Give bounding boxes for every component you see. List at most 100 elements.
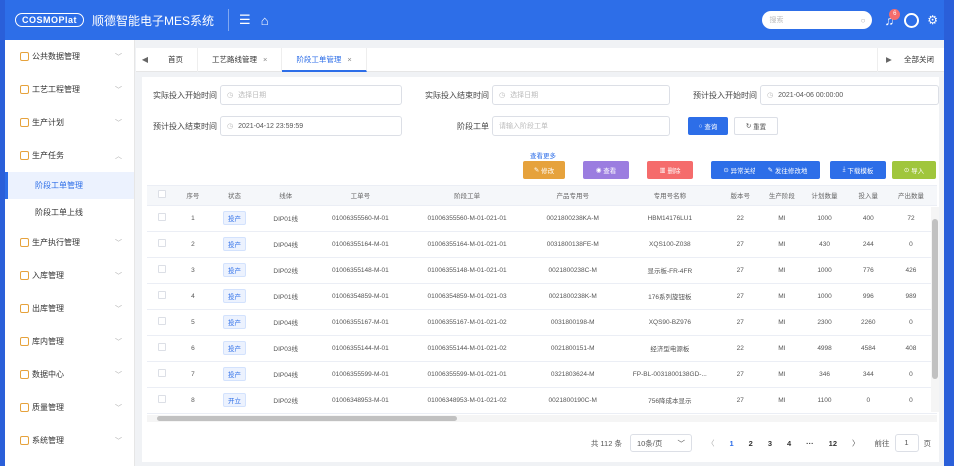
table-cell: 显示板-FR-4FR [620,257,719,284]
divider [228,9,230,31]
home-icon[interactable]: ⌂ [261,13,269,28]
table-cell: HBM14176LU1 [620,205,719,232]
table-row[interactable]: 8 开立 DIP02线 01006348953-M-01 01006348953-M-0… [147,387,937,414]
tabs-scroll-right-icon[interactable]: ▶ [886,48,892,72]
row-checkbox[interactable] [147,335,177,362]
view-button[interactable]: ◉ 查看 [583,161,629,179]
close-all-tabs-button[interactable]: ▶ 全部关闭 [877,48,944,72]
view-more-link[interactable]: 查看更多 [530,150,556,160]
table-cell: 2300 [802,309,847,336]
table-row[interactable]: 4 投产 DIP01线 01006354859-M-01 01006354859-M-0… [147,283,937,310]
next-page-button[interactable]: 〉 [852,438,860,449]
page-number[interactable]: 3 [768,439,772,448]
select-all-checkbox[interactable] [147,186,177,206]
search-input[interactable]: 搜索 ○ [762,11,873,29]
table-cell: 经济型电源板 [620,335,719,362]
column-header: 工单号 [311,186,410,206]
sidebar-item-outbound[interactable]: 出库管理 ﹀ [5,292,134,325]
page-ellipsis[interactable]: ··· [806,439,814,448]
sidebar-subitem-stage-order-management[interactable]: 阶段工单管理 [5,172,134,199]
table-cell: 01006355167-M-01-021-02 [409,309,525,336]
sidebar-item-process-engineering[interactable]: 工艺工程管理 ﹀ [5,73,134,106]
table-cell: 1000 [802,283,847,310]
page-size-select[interactable]: 10条/页 ﹀ [629,434,692,452]
table-row[interactable]: 1 投产 DIP01线 01006355560-M-01 01006355560-M-0… [147,205,937,232]
sidebar-item-system[interactable]: 系统管理 ﹀ [5,424,134,457]
status-cell: 投产 [208,309,261,336]
actual-end-date-field[interactable]: ◷ 选择日期 [492,85,670,105]
table-row[interactable]: 5 投产 DIP04线 01006355167-M-01 01006355167-M-0… [147,309,937,336]
sidebar-item-production-task[interactable]: 生产任务 ︿ [5,139,134,172]
avatar[interactable] [904,12,920,28]
table-row[interactable]: 2 投产 DIP04线 01006355164-M-01 01006355164-M-0… [147,231,937,258]
planned-end-date-field[interactable]: ◷ 2021-04-12 23:59:59 [220,116,402,136]
query-button[interactable]: ○ 查询 [688,117,728,135]
reset-button[interactable]: ↻ 重置 [734,117,778,135]
table-row[interactable]: 7 投产 DIP04线 01006355599-M-01 01006355599-M-0… [147,361,937,388]
page-number[interactable]: 4 [787,439,791,448]
prev-page-button[interactable]: 〈 [707,438,715,449]
actual-start-date-field[interactable]: ◷ 选择日期 [220,85,402,105]
sidebar: 公共数据管理 ﹀ 工艺工程管理 ﹀ 生产计划 ﹀ 生产任务 ︿ 阶段工单管理 阶段工单上… [5,40,135,466]
sidebar-item-warehouse[interactable]: 库内管理 ﹀ [5,325,134,358]
sidebar-item-quality[interactable]: 质量管理 ﹀ [5,391,134,424]
row-checkbox[interactable] [147,283,177,310]
sidebar-item-production-plan[interactable]: 生产计划 ﹀ [5,106,134,139]
logo: COSMOPlat [15,13,85,27]
table-cell: 1100 [802,387,847,414]
table-cell: 0031800198-M [524,309,621,336]
tab-process-route[interactable]: 工艺路线管理 × [198,47,283,72]
goto-page-input[interactable]: 1 [894,434,919,452]
row-checkbox[interactable] [147,309,177,336]
close-icon[interactable]: × [347,55,351,64]
notification-badge: 6 [889,8,901,20]
menu-toggle-icon[interactable]: ☰ [239,12,251,28]
sidebar-item-execution[interactable]: 生产执行管理 ﹀ [5,226,134,259]
table-cell: DIP03线 [260,335,312,362]
bell-icon[interactable]: ♫ 6 [884,8,901,28]
sidebar-item-public-data[interactable]: 公共数据管理 ﹀ [5,40,134,73]
gear-icon[interactable]: ⚙ [927,13,938,27]
import-icon: ⊙ [903,167,912,174]
status-badge: 投产 [222,263,246,277]
table-row[interactable]: 3 投产 DIP02线 01006355148-M-01 01006355148-M-0… [147,257,937,284]
sidebar-subitem-stage-order-online[interactable]: 阶段工单上线 [5,199,134,226]
planned-start-date-field[interactable]: ◷ 2021-04-06 00:00:00 [760,85,939,105]
edit-button[interactable]: ✎ 修改 [523,161,565,179]
close-icon[interactable]: × [263,55,267,64]
download-template-button[interactable]: ⤓ 下载模板 [830,161,886,179]
page-number[interactable]: 12 [829,439,837,448]
table-row[interactable]: 6 投产 DIP03线 01006355144-M-01 01006355144-M-0… [147,335,937,362]
row-checkbox[interactable] [147,205,177,232]
table-cell: 2 [176,231,209,258]
row-checkbox[interactable] [147,387,177,414]
sidebar-item-data-center[interactable]: 数据中心 ﹀ [5,358,134,391]
search-icon[interactable]: ○ [861,16,866,25]
table-cell: 0031800138FE-M [524,231,621,258]
chevron-up-icon: ︿ [115,152,122,160]
table-cell: DIP01线 [260,205,312,232]
stage-order-input[interactable]: 请输入阶段工单 [492,116,670,136]
row-checkbox[interactable] [147,361,177,388]
sidebar-item-inbound[interactable]: 入库管理 ﹀ [5,259,134,292]
table-cell: 344 [846,361,890,388]
page-number[interactable]: 1 [729,439,733,448]
row-checkbox[interactable] [147,257,177,284]
table-cell: MI [761,387,803,414]
table-cell: DIP04线 [260,231,312,258]
tabs-scroll-left-icon[interactable]: ◀ [136,55,154,64]
table-cell: 0021800151-M [524,335,621,362]
tab-stage-order[interactable]: 阶段工单管理 × [282,47,367,72]
table-cell: 0021800190C-M [524,387,621,414]
tab-home[interactable]: 首页 [154,47,198,72]
import-button[interactable]: ⊙ 导入 [892,161,936,179]
page-number[interactable]: 2 [749,439,753,448]
horizontal-scrollbar[interactable] [147,415,937,422]
vertical-scrollbar[interactable] [931,207,939,412]
table-cell: 01006348953-M-01 [311,387,410,414]
row-checkbox[interactable] [147,231,177,258]
table-cell: 27 [718,283,762,310]
delete-button[interactable]: ▥ 删除 [647,161,693,179]
chevron-down-icon: ﹀ [115,239,122,247]
send-change-button[interactable]: ✎ 发往修改地 [755,161,820,179]
